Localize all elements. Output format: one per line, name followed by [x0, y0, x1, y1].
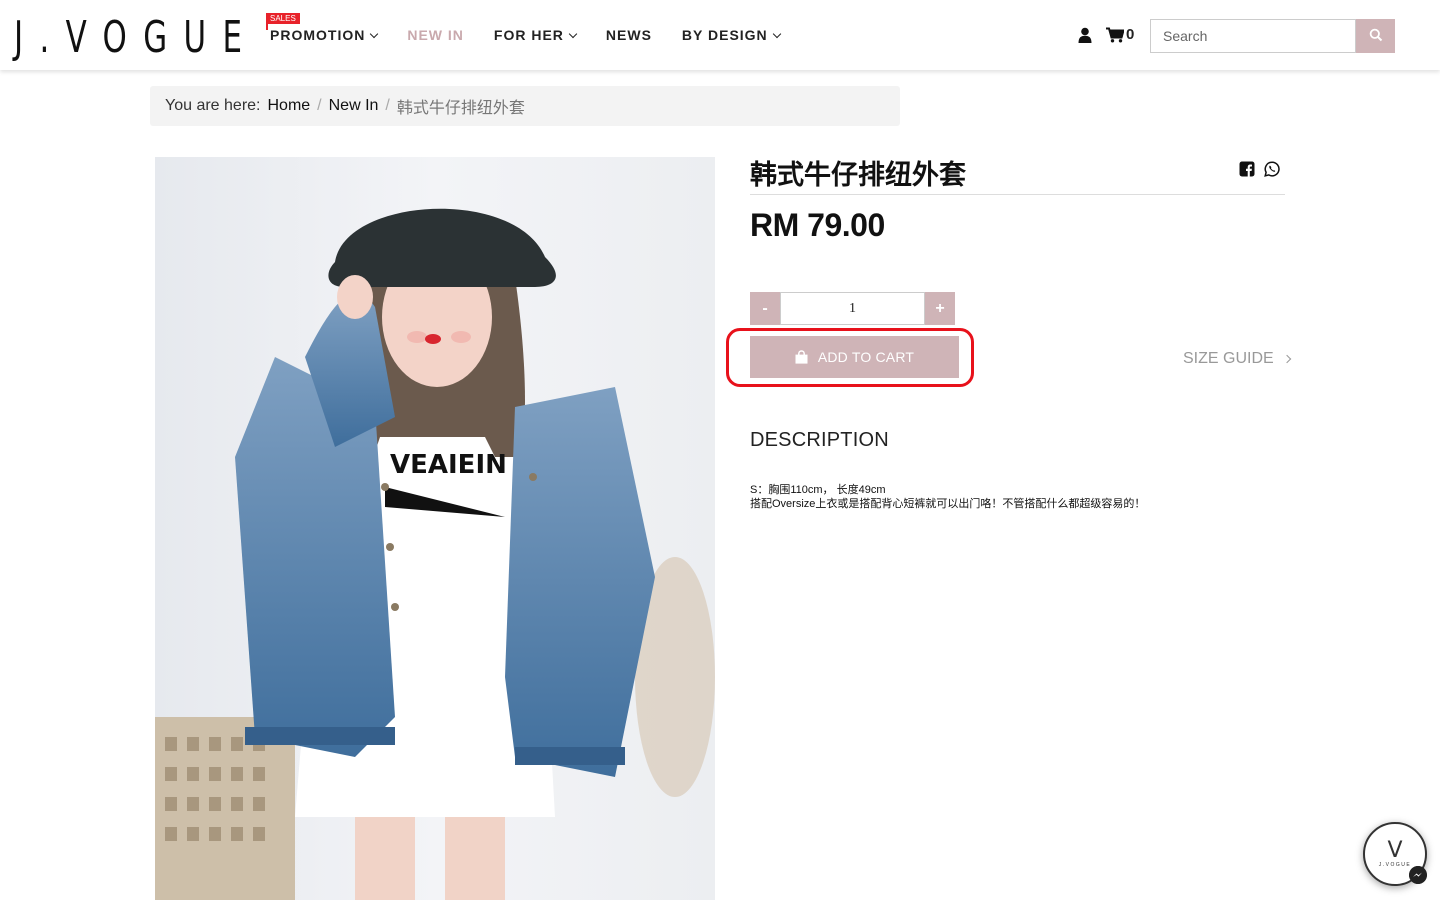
sales-badge: SALES: [266, 13, 300, 30]
breadcrumb-prefix: You are here:: [165, 97, 261, 114]
messenger-icon: [1409, 866, 1427, 884]
description-text: S：胸围110cm， 长度49cm 搭配Oversize上衣或是搭配背心短裤就可…: [750, 483, 1145, 511]
nav-new-in-label: NEW IN: [407, 27, 464, 43]
quantity-input[interactable]: [780, 292, 925, 325]
add-to-cart-button[interactable]: ADD TO CART: [750, 336, 959, 378]
shopping-bag-icon: [795, 350, 808, 364]
whatsapp-icon[interactable]: [1264, 161, 1280, 177]
nav-news[interactable]: NEWS: [606, 27, 652, 43]
nav-new-in[interactable]: NEW IN: [407, 27, 464, 43]
nav-promotion[interactable]: SALES PROMOTION: [266, 13, 379, 43]
breadcrumb-new-in[interactable]: New In: [329, 97, 379, 115]
main-nav: SALES PROMOTION NEW IN FOR HER NEWS BY D…: [266, 13, 810, 43]
breadcrumb-separator: /: [385, 97, 390, 114]
breadcrumb-separator: /: [317, 97, 322, 114]
nav-for-her[interactable]: FOR HER: [493, 27, 578, 43]
cart-icon[interactable]: [1106, 27, 1124, 43]
breadcrumb-current: 韩式牛仔排纽外套: [396, 100, 525, 117]
product-photo[interactable]: VEAIEIN: [155, 157, 715, 900]
search-input[interactable]: [1150, 19, 1356, 53]
product-price: RM 79.00: [750, 207, 885, 243]
svg-text:VEAIEIN: VEAIEIN: [390, 450, 507, 480]
chat-logo-mark: V: [1387, 838, 1403, 863]
quantity-decrease-button[interactable]: -: [750, 292, 780, 325]
chat-logo-name: J.VOGUE: [1378, 862, 1412, 868]
breadcrumb: You are here: Home / New In / 韩式牛仔排纽外套: [150, 86, 900, 126]
nav-news-label: NEWS: [605, 27, 652, 43]
add-to-cart-label: ADD TO CART: [817, 349, 915, 365]
user-icon[interactable]: [1078, 27, 1092, 43]
nav-for-her-label: FOR HER: [493, 27, 564, 43]
search-button[interactable]: [1356, 19, 1395, 53]
nav-promotion-label: PROMOTION: [270, 27, 366, 43]
nav-by-design[interactable]: BY DESIGN: [681, 27, 781, 43]
size-guide-label: SIZE GUIDE: [1183, 350, 1274, 367]
title-divider: [750, 194, 1285, 195]
description-line: S：胸围110cm， 长度49cm: [750, 484, 886, 496]
breadcrumb-home[interactable]: Home: [267, 97, 310, 115]
nav-by-design-label: BY DESIGN: [681, 27, 768, 43]
product-photo-art: VEAIEIN: [155, 157, 715, 900]
chevron-right-icon: [1282, 354, 1291, 364]
facebook-icon[interactable]: [1239, 161, 1255, 177]
chevron-down-icon: [370, 29, 379, 38]
site-header: J.VOGUE SALES PROMOTION NEW IN FOR HER N…: [0, 0, 1440, 70]
description-heading: DESCRIPTION: [750, 429, 889, 451]
search-icon: [1369, 28, 1382, 41]
chevron-down-icon: [568, 29, 578, 38]
description-line: 搭配Oversize上衣或是搭配背心短裤就可以出门咯！不管搭配什么都超级容易的！: [750, 498, 1146, 510]
quantity-increase-button[interactable]: +: [925, 292, 955, 325]
product-title: 韩式牛仔排纽外套: [750, 160, 966, 190]
size-guide-link[interactable]: SIZE GUIDE: [1183, 350, 1291, 368]
chevron-down-icon: [772, 29, 781, 38]
cart-count[interactable]: 0: [1126, 26, 1134, 43]
site-logo[interactable]: J.VOGUE: [14, 12, 258, 63]
